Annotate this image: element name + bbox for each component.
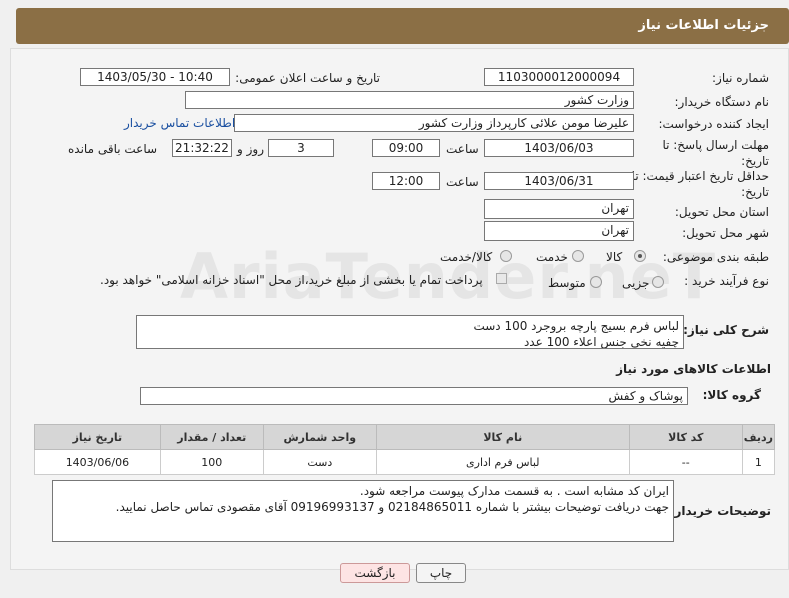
treasury-payment-checkbox[interactable]	[496, 273, 507, 284]
goods-group-field: پوشاک و کفش	[140, 387, 688, 405]
col-code-header: کد کالا	[628, 424, 743, 450]
goods-table: ردیف کد کالا نام کالا واحد شمارش تعداد /…	[34, 424, 776, 475]
price-validity-time: 12:00	[372, 172, 440, 190]
category-goods-label: کالا	[606, 250, 623, 264]
purchase-minor-label: جزیی	[622, 276, 650, 290]
requester-field: علیرضا مومن علائی کارپرداز وزارت کشور	[234, 114, 634, 132]
cell-code: --	[628, 449, 743, 475]
reply-days-field: 3	[268, 139, 334, 157]
announce-datetime-label: تاریخ و ساعت اعلان عمومی:	[235, 71, 380, 85]
purchase-medium-label: متوسط	[548, 276, 586, 290]
price-validity-date: 1403/06/31	[484, 172, 634, 190]
table-row: 1 -- لباس فرم اداری دست 100 1403/06/06	[34, 449, 776, 475]
category-label: طبقه بندی موضوعی:	[662, 250, 769, 264]
back-button[interactable]: بازگشت	[340, 563, 410, 583]
buyer-org-field: وزارت کشور	[185, 91, 634, 109]
buyer-notes-label: توضیحات خریدار:	[669, 504, 771, 518]
reply-deadline-label: مهلت ارسال پاسخ: تا تاریخ:	[662, 138, 769, 168]
description-line-2: چفیه نخی جنس اعلاء 100 عدد	[523, 335, 679, 349]
city-label: شهر محل تحویل:	[682, 226, 769, 240]
buyer-notes-textarea[interactable]: ایران کد مشابه است . به قسمت مدارک پیوست…	[52, 480, 674, 542]
purchase-minor-radio[interactable]	[652, 276, 664, 288]
price-validity-label: حداقل تاریخ اعتبار قیمت: تا تاریخ:	[631, 169, 769, 199]
need-number-label: شماره نیاز:	[712, 71, 769, 85]
cell-name: لباس فرم اداری	[375, 449, 630, 475]
remaining-time-field: 21:32:22	[172, 139, 232, 157]
goods-group-label: گروه کالا:	[702, 388, 761, 402]
goods-info-title: اطلاعات کالاهای مورد نیاز	[616, 362, 771, 376]
page-title: جزئیات اطلاعات نیاز	[638, 18, 769, 33]
purchase-medium-radio[interactable]	[590, 276, 602, 288]
goods-table-header: ردیف کد کالا نام کالا واحد شمارش تعداد /…	[34, 424, 776, 450]
category-service-label: خدمت	[536, 250, 568, 264]
province-field: تهران	[484, 199, 634, 219]
requester-label: ایجاد کننده درخواست:	[658, 117, 769, 131]
description-textarea[interactable]: لباس فرم بسیج پارچه بروجرد 100 دست چفیه ن…	[136, 315, 684, 349]
col-qty-header: تعداد / مقدار	[159, 424, 264, 450]
col-name-header: نام کالا	[375, 424, 630, 450]
description-line-1: لباس فرم بسیج پارچه بروجرد 100 دست	[473, 319, 679, 333]
category-both-radio[interactable]	[500, 250, 512, 262]
col-row-header: ردیف	[741, 424, 776, 450]
reply-deadline-time-label: ساعت	[446, 142, 479, 156]
cell-unit: دست	[262, 449, 377, 475]
province-label: استان محل تحویل:	[674, 205, 769, 219]
page-header: جزئیات اطلاعات نیاز	[16, 8, 789, 44]
print-button[interactable]: چاپ	[416, 563, 466, 583]
cell-row: 1	[741, 449, 776, 475]
buyer-notes-line-2: جهت دریافت توضیحات بیشتر با شماره 021848…	[115, 500, 669, 514]
announce-datetime-field: 1403/05/30 - 10:40	[80, 68, 230, 86]
price-validity-time-label: ساعت	[446, 175, 479, 189]
buyer-org-label: نام دستگاه خریدار:	[674, 95, 770, 109]
treasury-payment-note: پرداخت تمام یا بخشی از مبلغ خرید،از محل …	[100, 273, 483, 287]
buyer-notes-line-1: ایران کد مشابه است . به قسمت مدارک پیوست…	[359, 484, 669, 498]
need-number-field: 1103000012000094	[484, 68, 634, 86]
col-unit-header: واحد شمارش	[262, 424, 377, 450]
category-both-label: کالا/خدمت	[440, 250, 493, 264]
description-label: شرح کلی نیاز:	[683, 323, 769, 337]
col-date-header: تاریخ نیاز	[34, 424, 161, 450]
reply-deadline-date: 1403/06/03	[484, 139, 634, 157]
cell-qty: 100	[159, 449, 264, 475]
cell-date: 1403/06/06	[34, 449, 161, 475]
buyer-contact-link[interactable]: اطلاعات تماس خریدار	[124, 116, 235, 130]
remaining-time-label: ساعت باقی مانده	[68, 142, 158, 156]
category-goods-radio[interactable]	[634, 250, 646, 262]
reply-deadline-time: 09:00	[372, 139, 440, 157]
category-service-radio[interactable]	[572, 250, 584, 262]
reply-days-label: روز و	[237, 142, 264, 156]
purchase-type-label: نوع فرآیند خرید :	[684, 274, 769, 288]
city-field: تهران	[484, 221, 634, 241]
